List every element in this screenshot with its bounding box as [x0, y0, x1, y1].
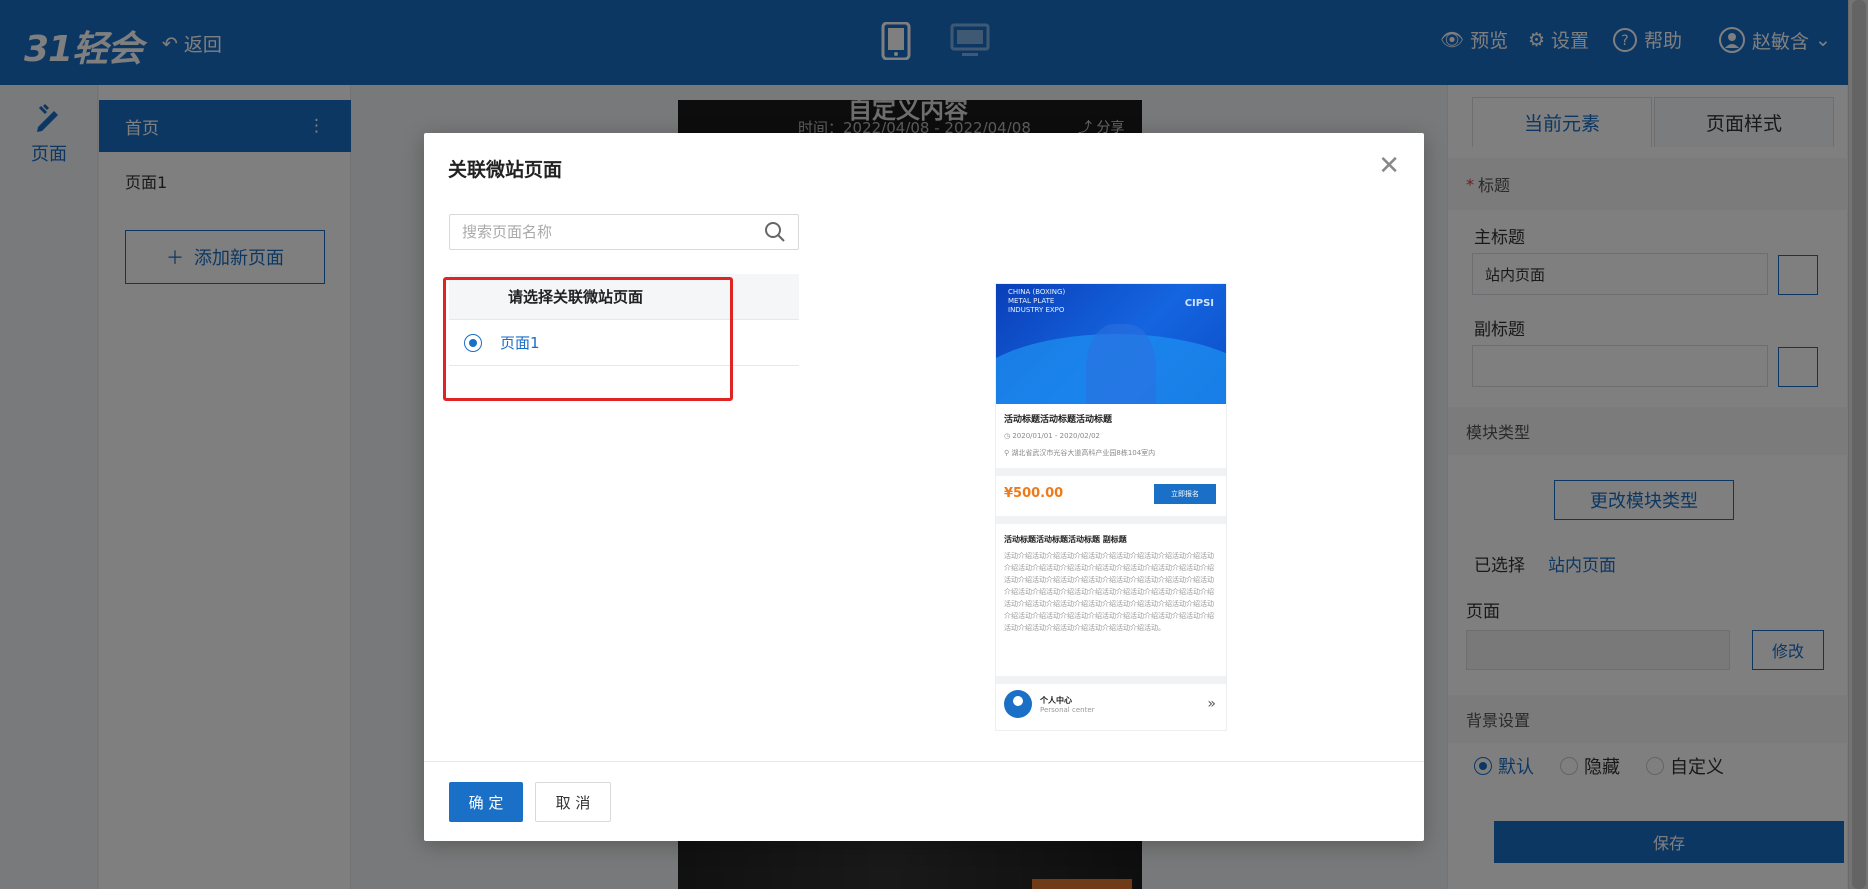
close-icon[interactable]: ✕ — [1378, 153, 1400, 179]
preview-event-location: ⚲ 湖北省武汉市光谷大道高科产业园8栋104室内 — [1004, 448, 1155, 458]
preview-separator — [996, 676, 1226, 684]
table-header: 请选择关联微站页面 — [449, 274, 799, 320]
page-search — [449, 214, 799, 250]
table-row[interactable]: 页面1 — [449, 320, 799, 366]
preview-separator — [996, 516, 1226, 524]
page-preview: CHINA (BOXING) METAL PLATE INDUSTRY EXPO… — [996, 284, 1226, 730]
preview-event-title: 活动标题活动标题活动标题 — [1004, 415, 1113, 425]
confirm-button[interactable]: 确 定 — [449, 782, 523, 822]
preview-separator — [996, 468, 1226, 476]
row-label: 页面1 — [500, 334, 540, 352]
user-center-subtitle: Personal center — [1040, 705, 1095, 714]
banner-logo: CIPSI — [1184, 298, 1214, 309]
dialog-footer: 确 定 取 消 — [424, 761, 1424, 841]
banner-text: CHINA (BOXING) METAL PLATE INDUSTRY EXPO — [1008, 288, 1066, 314]
cancel-button[interactable]: 取 消 — [535, 782, 611, 822]
user-center-title: 个人中心 — [1040, 695, 1072, 705]
preview-signup-button: 立即报名 — [1154, 484, 1216, 504]
preview-event-date: ◷ 2020/01/01 - 2020/02/02 — [1004, 432, 1100, 440]
preview-description: 活动介绍活动介绍活动介绍活动介绍活动介绍活动介绍活动介绍活动介绍活动介绍活动介绍… — [1004, 552, 1214, 632]
preview-price: ¥500.00 — [1004, 486, 1064, 501]
banner-tower — [1086, 324, 1156, 404]
preview-subtitle: 活动标题活动标题活动标题 副标题 — [1004, 535, 1127, 544]
preview-user-center: 个人中心 Personal center — [1004, 690, 1095, 718]
double-chevron-right-icon: » — [1207, 696, 1216, 712]
avatar — [1004, 690, 1032, 718]
preview-date-text: 2020/01/01 - 2020/02/02 — [1012, 432, 1101, 440]
dialog-title: 关联微站页面 — [448, 159, 563, 181]
link-page-dialog: 关联微站页面 ✕ 请选择关联微站页面 页面1 CHINA (BOXING) ME… — [424, 133, 1424, 841]
page-table: 请选择关联微站页面 页面1 — [449, 274, 799, 366]
search-icon[interactable] — [764, 221, 786, 243]
preview-banner: CHINA (BOXING) METAL PLATE INDUSTRY EXPO… — [996, 284, 1226, 404]
preview-location-text: 湖北省武汉市光谷大道高科产业园8栋104室内 — [1011, 449, 1156, 457]
row-radio[interactable] — [464, 333, 482, 352]
search-input[interactable] — [462, 223, 742, 241]
